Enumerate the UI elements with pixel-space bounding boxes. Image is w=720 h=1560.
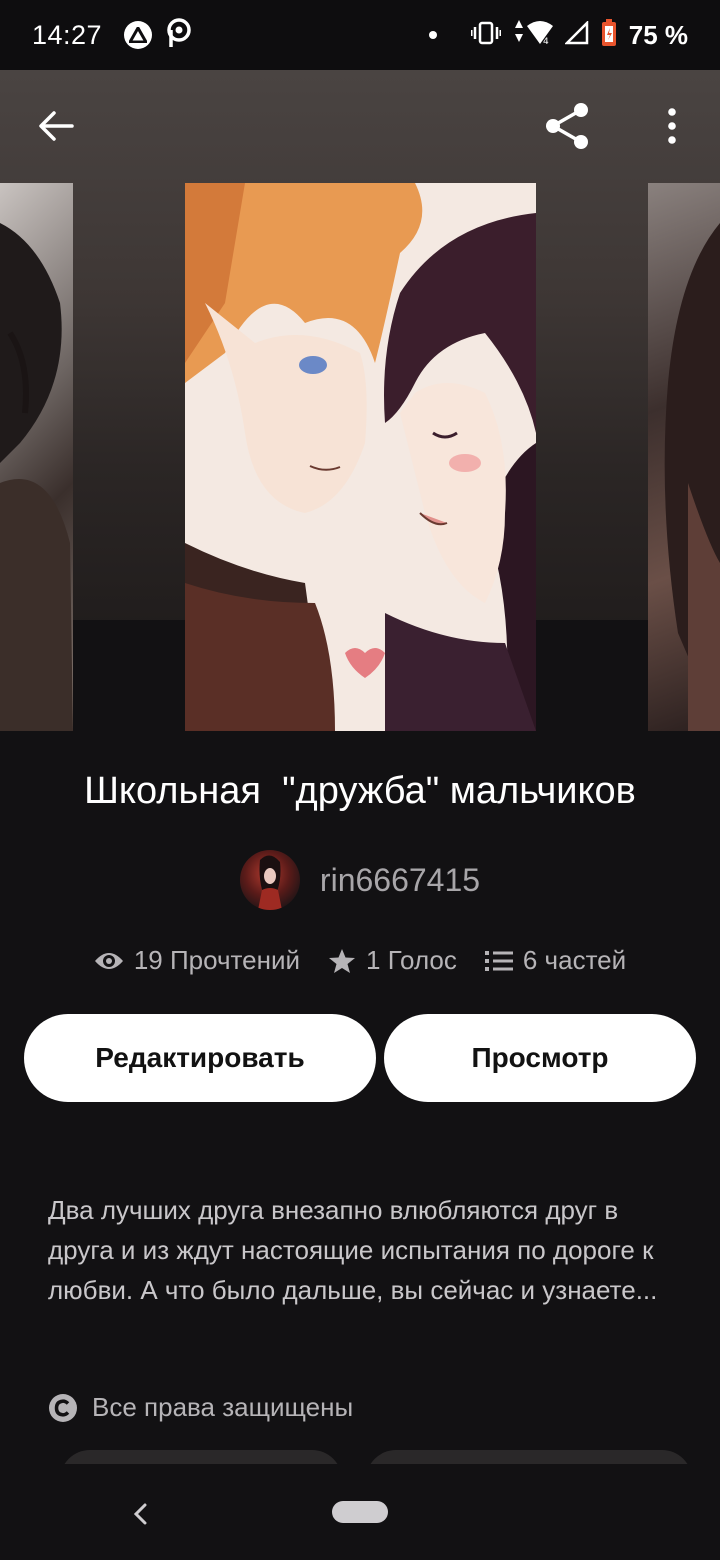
reads-stat: 19 Прочтений xyxy=(94,945,300,976)
reads-count: 19 Прочтений xyxy=(133,945,301,975)
author-row[interactable]: rin6667415 xyxy=(0,850,720,910)
avatar[interactable] xyxy=(239,850,300,910)
edit-button[interactable]: Редактировать xyxy=(24,1014,376,1102)
status-right-icons: 4 75 % xyxy=(428,18,688,52)
back-button[interactable] xyxy=(26,96,86,156)
status-time: 14:27 xyxy=(32,19,103,50)
app-notification-icon xyxy=(124,21,153,49)
nav-back-button[interactable] xyxy=(120,1494,160,1534)
nav-home-pill[interactable] xyxy=(332,1501,388,1523)
share-button[interactable] xyxy=(538,96,598,156)
story-stats: 19 Прочтений 1 Голос 6 частей xyxy=(0,945,720,976)
eye-icon xyxy=(94,952,123,969)
battery-percent: 75 % xyxy=(628,19,688,50)
more-options-button[interactable] xyxy=(642,96,702,156)
cover-main-image[interactable] xyxy=(185,183,536,731)
view-button[interactable]: Просмотр xyxy=(384,1014,696,1102)
story-details-screen: 14:27 4 75 % Школьная "дружба" мальчиков… xyxy=(0,0,720,1560)
cover-next[interactable] xyxy=(648,183,720,731)
copyright-text: Все права защищены xyxy=(92,1392,354,1422)
status-bar: 14:27 4 75 % xyxy=(0,0,720,70)
star-icon xyxy=(329,948,356,973)
more-vertical-icon xyxy=(668,108,676,144)
copyright-row: Все права защищены xyxy=(48,1392,353,1423)
parts-stat: 6 частей xyxy=(484,945,627,976)
author-name[interactable]: rin6667415 xyxy=(320,862,480,899)
share-icon xyxy=(546,103,588,149)
copyright-icon xyxy=(49,1393,77,1422)
system-nav-bar xyxy=(0,1464,720,1560)
arrow-left-icon xyxy=(39,111,74,141)
story-title: Школьная "дружба" мальчиков xyxy=(84,770,636,812)
story-description: Два лучших друга внезапно влюбляются дру… xyxy=(48,1195,658,1305)
signal-icon xyxy=(563,19,589,50)
vibrate-icon xyxy=(470,21,502,50)
dot-icon xyxy=(428,31,437,39)
status-left-icons xyxy=(124,17,192,53)
cover-previous[interactable] xyxy=(0,183,73,731)
chevron-left-icon xyxy=(133,1503,147,1525)
wifi-icon: 4 xyxy=(513,19,553,51)
votes-stat: 1 Голос xyxy=(328,945,457,976)
parking-app-icon xyxy=(166,17,192,53)
battery-icon xyxy=(601,18,617,52)
list-icon xyxy=(484,950,513,971)
votes-count: 1 Голос xyxy=(366,945,457,975)
svg-text:4: 4 xyxy=(543,37,549,46)
parts-count: 6 частей xyxy=(522,945,627,975)
cover-carousel[interactable] xyxy=(0,70,720,732)
